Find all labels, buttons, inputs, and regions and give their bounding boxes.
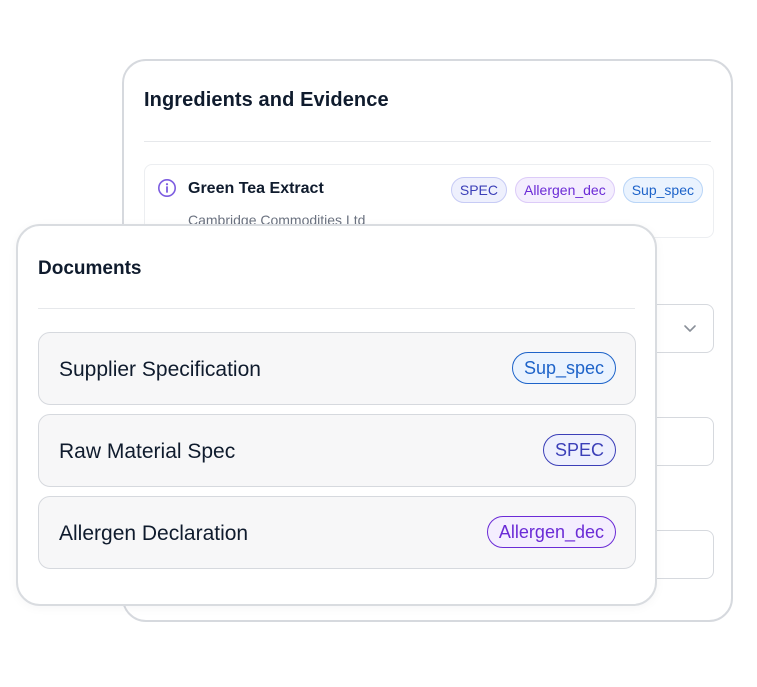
ingredients-card-title: Ingredients and Evidence	[144, 89, 389, 111]
tag-sup-spec[interactable]: Sup_spec	[622, 177, 703, 203]
ingredient-name: Green Tea Extract	[188, 180, 324, 197]
tag-spec[interactable]: SPEC	[450, 177, 507, 203]
divider	[38, 308, 635, 309]
chevron-down-icon	[684, 325, 696, 332]
document-tag-sup-spec[interactable]: Sup_spec	[511, 352, 616, 384]
page: Ingredients and Evidence Green Tea Extra…	[0, 0, 757, 687]
document-name: Supplier Specification	[59, 358, 261, 381]
info-icon[interactable]	[157, 178, 177, 198]
document-row-allergen-declaration[interactable]: Allergen Declaration Allergen_dec	[38, 496, 636, 569]
tag-allergen-dec[interactable]: Allergen_dec	[514, 177, 615, 203]
document-name: Raw Material Spec	[59, 440, 236, 463]
ingredient-tags: SPEC Allergen_dec Sup_spec	[450, 177, 703, 203]
document-tag-allergen-dec[interactable]: Allergen_dec	[486, 516, 616, 548]
documents-list: Supplier Specification Sup_spec Raw Mate…	[38, 332, 636, 578]
divider	[144, 141, 711, 142]
document-name: Allergen Declaration	[59, 522, 249, 545]
documents-card-title: Documents	[38, 258, 142, 279]
documents-card: Documents Supplier Specification Sup_spe…	[16, 224, 657, 606]
document-row-supplier-specification[interactable]: Supplier Specification Sup_spec	[38, 332, 636, 405]
document-row-raw-material-spec[interactable]: Raw Material Spec SPEC	[38, 414, 636, 487]
document-tag-spec[interactable]: SPEC	[542, 434, 616, 466]
